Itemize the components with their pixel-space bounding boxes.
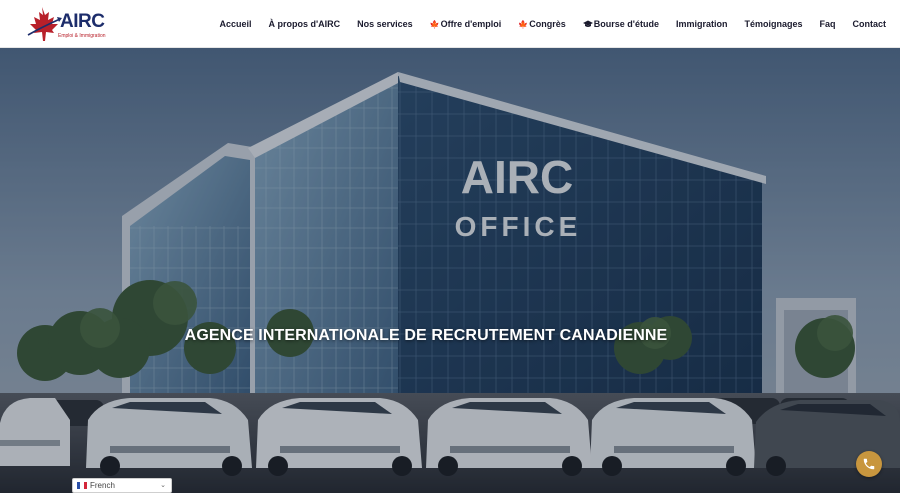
nav-item-label: Témoignages <box>744 19 803 29</box>
nav-item-label: Immigration <box>675 19 728 29</box>
hero-title: AGENCE INTERNATIONALE DE RECRUTEMENT CAN… <box>184 327 668 344</box>
nav-item-label: Nos services <box>357 19 413 29</box>
nav-item-faq[interactable]: Faq <box>819 19 835 29</box>
nav-item-immigration[interactable]: Immigration <box>676 19 728 29</box>
call-button[interactable] <box>856 451 882 477</box>
logo-tagline: Emploi & Immigration <box>58 33 106 39</box>
nav-item-accueil[interactable]: Accueil <box>219 19 251 29</box>
site-header: AIRC Emploi & Immigration Accueil À prop… <box>0 0 900 48</box>
language-select[interactable]: French ⌄ <box>72 478 172 493</box>
nav-item-congres[interactable]: 🍁 Congrès <box>518 19 565 29</box>
nav-item-contact[interactable]: Contact <box>853 19 887 29</box>
nav-item-label: Accueil <box>219 19 252 29</box>
phone-icon <box>863 458 875 470</box>
nav-item-label: Contact <box>852 19 887 29</box>
nav-item-label: Faq <box>819 19 836 29</box>
nav-item-temoignages[interactable]: Témoignages <box>744 19 802 29</box>
french-flag-icon <box>77 482 87 489</box>
nav-item-label: À propos d'AIRC <box>268 19 341 29</box>
nav-item-a-propos[interactable]: À propos d'AIRC <box>269 19 341 29</box>
nav-item-label: Congrès <box>529 19 566 29</box>
nav-item-bourse-etude[interactable]: Bourse d'étude <box>582 19 659 29</box>
nav-item-label: Bourse d'étude <box>593 19 659 29</box>
nav-item-offre-emploi[interactable]: 🍁 Offre d'emploi <box>430 19 502 29</box>
graduation-cap-icon <box>582 20 593 27</box>
main-nav: Accueil À propos d'AIRC Nos services 🍁 O… <box>202 0 886 48</box>
maple-leaf-icon: 🍁 <box>518 19 529 29</box>
maple-leaf-icon: 🍁 <box>429 19 440 29</box>
chevron-down-icon: ⌄ <box>160 482 166 489</box>
hero-banner: AIRC OFFICE AGENCE INTERNATIONALE DE REC… <box>0 48 900 493</box>
language-selected-value: French <box>90 481 115 490</box>
nav-item-nos-services[interactable]: Nos services <box>357 19 413 29</box>
logo-name: AIRC <box>60 11 105 32</box>
site-logo[interactable]: AIRC Emploi & Immigration <box>24 5 108 43</box>
nav-item-label: Offre d'emploi <box>440 19 502 29</box>
hero-building-image: AIRC OFFICE <box>0 48 900 493</box>
